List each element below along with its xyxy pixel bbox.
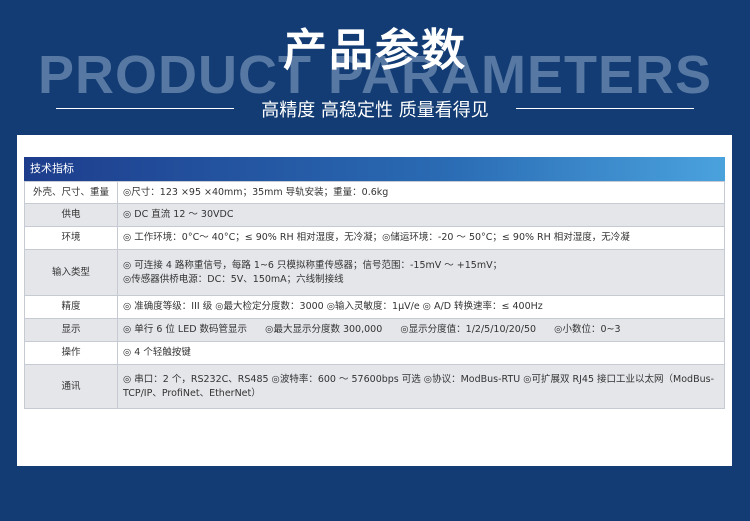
row-label: 供电 bbox=[24, 203, 118, 227]
table-row: 外壳、尺寸、重量 ◎尺寸：123 ×95 ×40mm；35mm 导轨安装；重量：… bbox=[24, 181, 725, 204]
page-title: 产品参数 bbox=[283, 25, 467, 76]
row-value: ◎ 准确度等级：III 级 ◎最大检定分度数：3000 ◎输入灵敏度：1μV/e… bbox=[117, 295, 725, 319]
table-row: 供电 ◎ DC 直流 12 ～ 30VDC bbox=[24, 203, 725, 227]
row-value: ◎ 工作环境：0°C～ 40°C；≤ 90% RH 相对湿度，无冷凝；◎储运环境… bbox=[117, 226, 725, 250]
table-row: 操作 ◎ 4 个轻触按键 bbox=[24, 341, 725, 365]
row-value: ◎ 可连接 4 路称重信号，每路 1~6 只模拟称重传感器；信号范围：-15mV… bbox=[117, 249, 725, 296]
row-value: ◎ DC 直流 12 ～ 30VDC bbox=[117, 203, 725, 227]
row-value: ◎ 单行 6 位 LED 数码管显示 ◎最大显示分度数 300,000 ◎显示分… bbox=[117, 318, 725, 342]
spec-heading: 技术指标 bbox=[24, 157, 725, 181]
spec-card: 技术指标 外壳、尺寸、重量 ◎尺寸：123 ×95 ×40mm；35mm 导轨安… bbox=[17, 135, 732, 466]
table-row: 精度 ◎ 准确度等级：III 级 ◎最大检定分度数：3000 ◎输入灵敏度：1μ… bbox=[24, 295, 725, 319]
row-label: 输入类型 bbox=[24, 249, 118, 296]
row-label: 显示 bbox=[24, 318, 118, 342]
row-label: 环境 bbox=[24, 226, 118, 250]
row-value: ◎ 串口：2 个，RS232C、RS485 ◎波特率：600 ～ 57600bp… bbox=[117, 364, 725, 409]
row-value: ◎尺寸：123 ×95 ×40mm；35mm 导轨安装；重量：0.6kg bbox=[117, 181, 725, 204]
row-label: 通讯 bbox=[24, 364, 118, 409]
spec-table: 外壳、尺寸、重量 ◎尺寸：123 ×95 ×40mm；35mm 导轨安装；重量：… bbox=[24, 181, 725, 409]
table-row: 通讯 ◎ 串口：2 个，RS232C、RS485 ◎波特率：600 ～ 5760… bbox=[24, 364, 725, 409]
page-subtitle: 高精度 高稳定性 质量看得见 bbox=[261, 100, 489, 121]
table-row: 输入类型 ◎ 可连接 4 路称重信号，每路 1~6 只模拟称重传感器；信号范围：… bbox=[24, 249, 725, 296]
row-value: ◎ 4 个轻触按键 bbox=[117, 341, 725, 365]
table-row: 环境 ◎ 工作环境：0°C～ 40°C；≤ 90% RH 相对湿度，无冷凝；◎储… bbox=[24, 226, 725, 250]
row-label: 操作 bbox=[24, 341, 118, 365]
row-label: 外壳、尺寸、重量 bbox=[24, 181, 118, 204]
spec-table-panel: 技术指标 外壳、尺寸、重量 ◎尺寸：123 ×95 ×40mm；35mm 导轨安… bbox=[24, 157, 725, 409]
row-label: 精度 bbox=[24, 295, 118, 319]
table-row: 显示 ◎ 单行 6 位 LED 数码管显示 ◎最大显示分度数 300,000 ◎… bbox=[24, 318, 725, 342]
